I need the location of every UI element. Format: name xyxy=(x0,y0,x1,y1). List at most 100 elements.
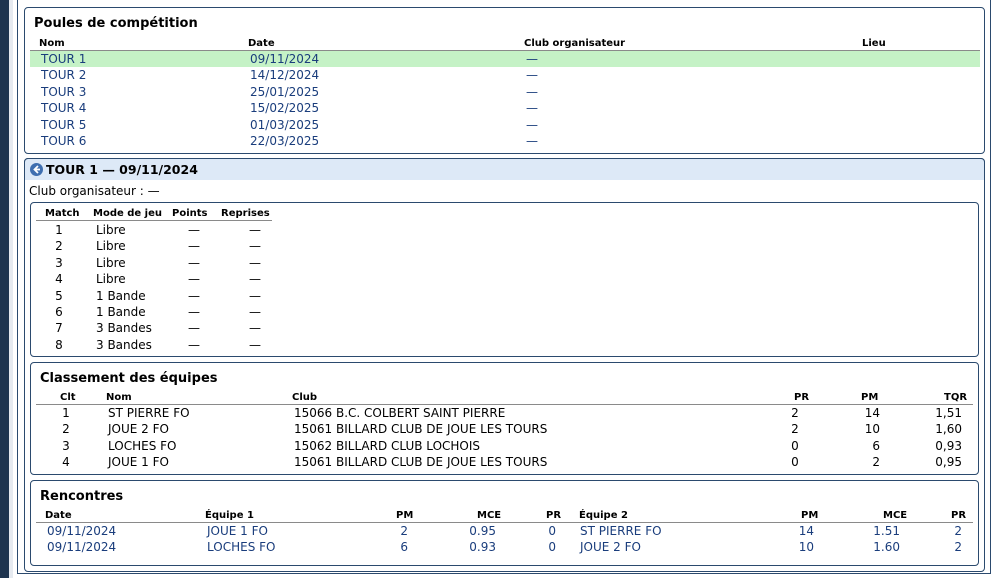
rencontre-row-equipe2[interactable]: ST PIERRE FO xyxy=(580,524,662,538)
classement-header-pr: PR xyxy=(794,392,810,403)
club-organisateur-line: Club organisateur : — xyxy=(29,184,160,198)
match-row-number: 6 xyxy=(55,305,63,319)
classement-row-pr: 0 xyxy=(791,438,799,453)
match-row-mode: 1 Bande xyxy=(96,288,146,303)
classement-header-divider xyxy=(36,404,973,405)
classement-row-nom: LOCHES FO xyxy=(108,438,177,453)
rencontres-title: Rencontres xyxy=(40,489,124,504)
poule-row-date[interactable]: 25/01/2025 xyxy=(250,85,319,99)
classement-header-clt: Clt xyxy=(60,392,76,403)
matches-header-match: Match xyxy=(45,208,80,219)
classement-header-nom: Nom xyxy=(106,392,132,403)
poules-title: Poules de compétition xyxy=(34,16,198,31)
rencontres-header-pm2: PM xyxy=(801,510,819,521)
poule-row-nom[interactable]: TOUR 6 xyxy=(41,134,86,148)
rencontres-header-equipe2: Équipe 2 xyxy=(579,510,628,521)
poule-row-date[interactable]: 15/02/2025 xyxy=(250,101,319,115)
left-window-edge xyxy=(0,0,9,578)
rencontre-row-date[interactable]: 09/11/2024 xyxy=(47,524,116,538)
match-row-mode: 3 Bandes xyxy=(96,337,152,352)
classement-row-clt: 3 xyxy=(62,438,70,453)
poule-row-nom[interactable]: TOUR 3 xyxy=(41,85,86,99)
rencontre-row-mce1: 0.95 xyxy=(469,524,496,538)
classement-row-club: 15061 BILLARD CLUB DE JOUE LES TOURS xyxy=(294,455,548,470)
poules-header-lieu: Lieu xyxy=(862,38,886,49)
back-arrow-icon[interactable] xyxy=(30,163,43,176)
poule-row-nom[interactable]: TOUR 2 xyxy=(41,68,86,82)
classement-row-tqr: 1,51 xyxy=(935,406,962,420)
classement-row-tqr: 0,93 xyxy=(935,438,962,453)
rencontres-header-divider xyxy=(36,522,973,523)
matches-header-reprises: Reprises xyxy=(221,208,270,219)
match-row-points: — xyxy=(188,305,200,319)
poule-row-club[interactable]: — xyxy=(526,68,538,82)
rencontre-row-pm2: 10 xyxy=(798,540,814,555)
match-row-points: — xyxy=(188,223,200,237)
poule-row-date[interactable]: 09/11/2024 xyxy=(250,52,319,66)
rencontres-header-pm1: PM xyxy=(396,510,414,521)
rencontres-header-mce1: MCE xyxy=(477,510,502,521)
classement-row-pm: 14 xyxy=(864,406,880,420)
rencontre-row-equipe2[interactable]: JOUE 2 FO xyxy=(580,540,641,554)
match-row-mode: Libre xyxy=(96,239,126,254)
poule-row-date[interactable]: 01/03/2025 xyxy=(250,118,319,132)
matches-header-mode: Mode de jeu xyxy=(93,208,162,219)
classement-row-pr: 0 xyxy=(791,455,799,470)
rencontre-row-equipe1[interactable]: LOCHES FO xyxy=(207,540,275,554)
classement-header-pm: PM xyxy=(861,392,879,403)
rencontre-row-date[interactable]: 09/11/2024 xyxy=(47,540,116,554)
match-row-number: 3 xyxy=(55,255,63,270)
poule-row-club[interactable]: — xyxy=(526,118,538,132)
poule-row-nom[interactable]: TOUR 4 xyxy=(41,101,86,115)
rencontres-header-date: Date xyxy=(45,510,72,521)
match-row-mode: 1 Bande xyxy=(96,305,146,319)
match-row-mode: Libre xyxy=(96,255,126,270)
poule-row-date[interactable]: 14/12/2024 xyxy=(250,68,319,82)
poule-row-date[interactable]: 22/03/2025 xyxy=(250,134,319,148)
tour-title: TOUR 1 — 09/11/2024 xyxy=(46,162,198,177)
classement-row-clt: 1 xyxy=(62,406,70,420)
match-row-points: — xyxy=(188,321,200,336)
poule-row-nom[interactable]: TOUR 5 xyxy=(41,118,86,132)
match-row-number: 8 xyxy=(55,337,63,352)
classement-row-tqr: 1,60 xyxy=(935,422,962,437)
classement-row-pm: 6 xyxy=(872,438,880,453)
rencontre-row-pr1: 0 xyxy=(548,524,556,538)
poules-selected-highlight xyxy=(30,51,980,67)
classement-row-nom: JOUE 2 FO xyxy=(108,422,169,437)
match-row-number: 1 xyxy=(55,223,63,237)
poule-row-club[interactable]: — xyxy=(526,85,538,99)
poule-row-nom[interactable]: TOUR 1 xyxy=(41,52,86,66)
rencontre-row-pm1: 6 xyxy=(400,540,408,555)
classement-row-pr: 2 xyxy=(791,422,799,437)
classement-row-nom: JOUE 1 FO xyxy=(108,455,169,470)
rencontres-panel xyxy=(30,480,979,566)
poule-row-club[interactable]: — xyxy=(526,101,538,115)
match-row-number: 5 xyxy=(55,288,63,303)
match-row-mode: 3 Bandes xyxy=(96,321,152,336)
poule-row-club[interactable]: — xyxy=(526,134,538,148)
match-row-reprises: — xyxy=(249,321,261,336)
matches-header-divider xyxy=(36,220,272,221)
match-row-reprises: — xyxy=(249,255,261,270)
rencontre-row-mce2: 1.51 xyxy=(873,524,900,538)
match-row-reprises: — xyxy=(249,337,261,352)
match-row-number: 4 xyxy=(55,272,63,287)
match-row-points: — xyxy=(188,255,200,270)
match-row-reprises: — xyxy=(249,239,261,254)
rencontres-header-equipe1: Équipe 1 xyxy=(205,510,254,521)
match-row-number: 7 xyxy=(55,321,63,336)
match-row-points: — xyxy=(188,337,200,352)
poules-header-nom: Nom xyxy=(39,38,65,49)
rencontre-row-pm1: 2 xyxy=(400,524,408,538)
classement-row-club: 15066 B.C. COLBERT SAINT PIERRE xyxy=(294,406,506,420)
match-row-reprises: — xyxy=(249,272,261,287)
rencontre-row-equipe1[interactable]: JOUE 1 FO xyxy=(207,524,268,538)
match-row-points: — xyxy=(188,272,200,287)
classement-row-club: 15061 BILLARD CLUB DE JOUE LES TOURS xyxy=(294,422,548,437)
classement-header-tqr: TQR xyxy=(944,392,968,403)
match-row-reprises: — xyxy=(249,288,261,303)
classement-row-pm: 2 xyxy=(872,455,880,470)
poule-row-club[interactable]: — xyxy=(526,52,538,66)
rencontre-row-pr2: 2 xyxy=(954,524,962,538)
